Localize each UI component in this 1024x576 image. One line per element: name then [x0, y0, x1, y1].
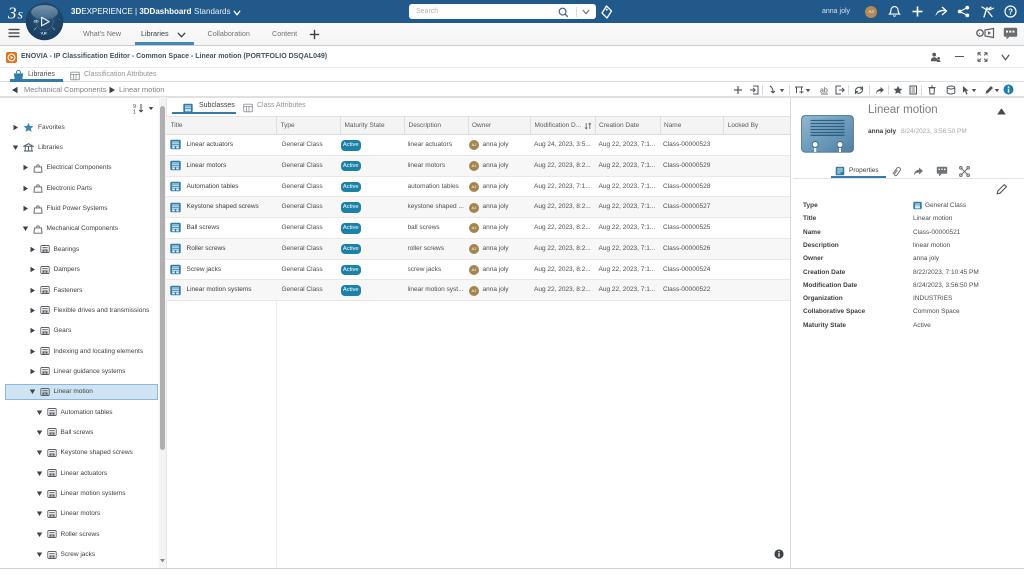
svg-text:·: ·	[979, 31, 981, 37]
svg-text:ab: ab	[820, 87, 828, 94]
svg-text:V,R: V,R	[41, 31, 47, 36]
svg-text:s: s	[18, 8, 24, 23]
svg-text:1: 1	[133, 109, 136, 114]
svg-text:?: ?	[1008, 7, 1013, 16]
svg-text:3: 3	[8, 4, 17, 23]
svg-text:3D: 3D	[34, 19, 39, 24]
svg-text:´: ´	[59, 18, 60, 23]
